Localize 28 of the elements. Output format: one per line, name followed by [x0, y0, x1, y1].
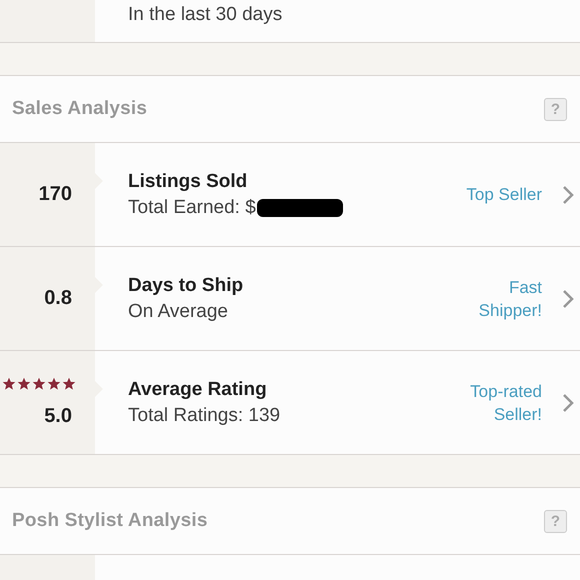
star-icon	[62, 377, 76, 391]
stat-subtitle: Total Ratings: 139	[128, 404, 280, 426]
star-icon	[17, 377, 31, 391]
chevron-right-icon	[562, 288, 574, 308]
chevron-right-icon	[562, 184, 574, 204]
stat-title: Listings Sold	[128, 170, 248, 192]
stat-row[interactable]: 0.8 Days to Ship On Average Fast Shipper!	[0, 247, 580, 351]
section-title: Sales Analysis	[12, 98, 148, 120]
section-title: Posh Stylist Analysis	[12, 510, 208, 532]
row-subtitle: In the last 30 days	[128, 4, 284, 26]
star-icon	[32, 377, 46, 391]
badge-text: Top-rated	[470, 380, 542, 402]
stat-value: 5.0	[44, 405, 72, 428]
stat-title: Average Rating	[128, 378, 268, 400]
stat-value: 170	[38, 183, 72, 206]
star-icon	[47, 377, 61, 391]
badge-text: Top Seller	[466, 184, 542, 206]
badge-text: Fast	[508, 276, 542, 298]
badge-text: Seller!	[494, 404, 542, 426]
stat-row[interactable]: 5.0 Average Rating Total Ratings: 139 Top-rated Seller!	[0, 351, 580, 455]
star-icon	[2, 377, 16, 391]
stat-value: 0.8	[44, 287, 72, 310]
chevron-right-icon	[562, 392, 574, 412]
stat-row[interactable]: 170 Listings Sold Total Earned: $ Top Seller	[0, 143, 580, 247]
stat-title: Days to Ship	[128, 274, 244, 296]
stat-subtitle: Total Earned: $	[128, 196, 256, 218]
badge-text: Shipper!	[478, 300, 542, 322]
stat-subtitle: On Average	[128, 300, 228, 322]
